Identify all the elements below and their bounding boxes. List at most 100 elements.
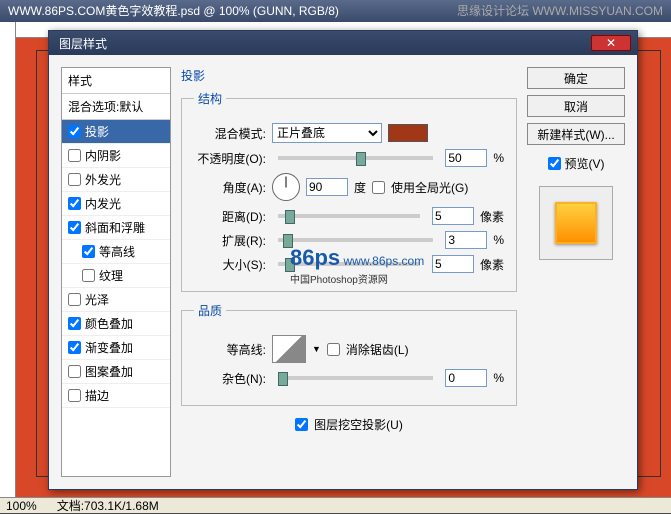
- style-item-label: 外发光: [85, 171, 121, 188]
- style-item-label: 投影: [85, 123, 109, 140]
- app-title-right: 思缘设计论坛 WWW.MISSYUAN.COM: [457, 0, 663, 22]
- dialog-right-panel: 确定 取消 新建样式(W)... 预览(V): [527, 55, 637, 489]
- spread-input[interactable]: [445, 231, 487, 249]
- style-item-checkbox[interactable]: [82, 269, 95, 282]
- style-item-checkbox[interactable]: [68, 149, 81, 162]
- size-input[interactable]: [432, 255, 474, 273]
- effect-section-title: 投影: [181, 67, 517, 84]
- style-item-label: 斜面和浮雕: [85, 219, 145, 236]
- noise-label: 杂色(N):: [194, 370, 266, 387]
- style-item-checkbox[interactable]: [68, 221, 81, 234]
- cancel-button[interactable]: 取消: [527, 95, 625, 117]
- doc-size: 文档:703.1K/1.68M: [57, 497, 159, 514]
- structure-group: 结构 混合模式: 正片叠底 不透明度(O): % 角度(A): 度: [181, 90, 517, 292]
- styles-header[interactable]: 样式: [62, 68, 170, 94]
- distance-input[interactable]: [432, 207, 474, 225]
- angle-unit: 度: [354, 179, 366, 196]
- style-item-label: 内发光: [85, 195, 121, 212]
- style-item[interactable]: 斜面和浮雕: [62, 216, 170, 240]
- distance-label: 距离(D):: [194, 208, 266, 225]
- blend-mode-select[interactable]: 正片叠底: [272, 123, 382, 143]
- style-item-label: 纹理: [99, 267, 123, 284]
- opacity-slider[interactable]: [278, 156, 433, 160]
- contour-picker[interactable]: [272, 335, 306, 363]
- style-item[interactable]: 渐变叠加: [62, 336, 170, 360]
- preview-box: [539, 186, 613, 260]
- opacity-label: 不透明度(O):: [194, 150, 266, 167]
- style-item-checkbox[interactable]: [68, 173, 81, 186]
- style-item[interactable]: 图案叠加: [62, 360, 170, 384]
- style-item-label: 颜色叠加: [85, 315, 133, 332]
- style-item[interactable]: 光泽: [62, 288, 170, 312]
- antialias-label: 消除锯齿(L): [346, 341, 409, 358]
- global-light-checkbox[interactable]: [372, 181, 385, 194]
- angle-input[interactable]: [306, 178, 348, 196]
- noise-input[interactable]: [445, 369, 487, 387]
- structure-legend: 结构: [194, 90, 226, 107]
- knockout-checkbox[interactable]: [295, 418, 308, 431]
- style-item-checkbox[interactable]: [68, 341, 81, 354]
- style-item[interactable]: 纹理: [62, 264, 170, 288]
- preview-swatch: [555, 202, 597, 244]
- style-item[interactable]: 投影: [62, 120, 170, 144]
- style-item[interactable]: 颜色叠加: [62, 312, 170, 336]
- opacity-input[interactable]: [445, 149, 487, 167]
- style-item-label: 光泽: [85, 291, 109, 308]
- size-label: 大小(S):: [194, 256, 266, 273]
- blend-mode-label: 混合模式:: [194, 125, 266, 142]
- effect-settings-panel: 投影 结构 混合模式: 正片叠底 不透明度(O): % 角度(A):: [171, 55, 527, 489]
- angle-label: 角度(A):: [194, 179, 266, 196]
- style-item-checkbox[interactable]: [68, 317, 81, 330]
- app-title-text: WWW.86PS.COM黄色字效教程.psd @ 100% (GUNN, RGB…: [8, 0, 339, 22]
- app-titlebar: WWW.86PS.COM黄色字效教程.psd @ 100% (GUNN, RGB…: [0, 0, 671, 22]
- preview-label: 预览(V): [565, 155, 605, 172]
- style-item-label: 内阴影: [85, 147, 121, 164]
- style-item-checkbox[interactable]: [68, 125, 81, 138]
- style-item[interactable]: 外发光: [62, 168, 170, 192]
- preview-checkbox[interactable]: [548, 157, 561, 170]
- noise-unit: %: [493, 371, 504, 385]
- distance-unit: 像素: [480, 208, 504, 225]
- layer-style-dialog: 图层样式 ✕ 样式 混合选项:默认 投影内阴影外发光内发光斜面和浮雕等高线纹理光…: [48, 30, 638, 490]
- chevron-down-icon[interactable]: ▼: [312, 344, 321, 354]
- styles-list: 样式 混合选项:默认 投影内阴影外发光内发光斜面和浮雕等高线纹理光泽颜色叠加渐变…: [61, 67, 171, 477]
- new-style-button[interactable]: 新建样式(W)...: [527, 123, 625, 145]
- style-item-checkbox[interactable]: [68, 365, 81, 378]
- style-item-checkbox[interactable]: [68, 389, 81, 402]
- style-item[interactable]: 内发光: [62, 192, 170, 216]
- style-item-label: 等高线: [99, 243, 135, 260]
- style-item-checkbox[interactable]: [82, 245, 95, 258]
- quality-group: 品质 等高线: ▼ 消除锯齿(L) 杂色(N): %: [181, 302, 517, 406]
- distance-slider[interactable]: [278, 214, 420, 218]
- antialias-checkbox[interactable]: [327, 343, 340, 356]
- spread-slider[interactable]: [278, 238, 433, 242]
- ruler-vertical: [0, 22, 16, 497]
- angle-dial[interactable]: [272, 173, 300, 201]
- shadow-color-swatch[interactable]: [388, 124, 428, 142]
- spread-unit: %: [493, 233, 504, 247]
- size-slider[interactable]: [278, 262, 420, 266]
- dialog-title: 图层样式: [59, 35, 107, 52]
- status-bar: 100% 文档:703.1K/1.68M: [0, 497, 671, 513]
- ok-button[interactable]: 确定: [527, 67, 625, 89]
- opacity-unit: %: [493, 151, 504, 165]
- style-item[interactable]: 内阴影: [62, 144, 170, 168]
- style-item-label: 渐变叠加: [85, 339, 133, 356]
- knockout-label: 图层挖空投影(U): [314, 416, 403, 433]
- zoom-level[interactable]: 100%: [6, 499, 37, 513]
- quality-legend: 品质: [194, 302, 226, 319]
- style-item-label: 描边: [85, 387, 109, 404]
- style-item[interactable]: 等高线: [62, 240, 170, 264]
- style-item-label: 图案叠加: [85, 363, 133, 380]
- noise-slider[interactable]: [278, 376, 433, 380]
- spread-label: 扩展(R):: [194, 232, 266, 249]
- global-light-label: 使用全局光(G): [391, 179, 468, 196]
- style-item-checkbox[interactable]: [68, 197, 81, 210]
- size-unit: 像素: [480, 256, 504, 273]
- contour-label: 等高线:: [194, 341, 266, 358]
- style-item[interactable]: 描边: [62, 384, 170, 408]
- close-button[interactable]: ✕: [591, 35, 631, 51]
- style-item-checkbox[interactable]: [68, 293, 81, 306]
- dialog-titlebar[interactable]: 图层样式 ✕: [49, 31, 637, 55]
- blend-options-default[interactable]: 混合选项:默认: [62, 94, 170, 120]
